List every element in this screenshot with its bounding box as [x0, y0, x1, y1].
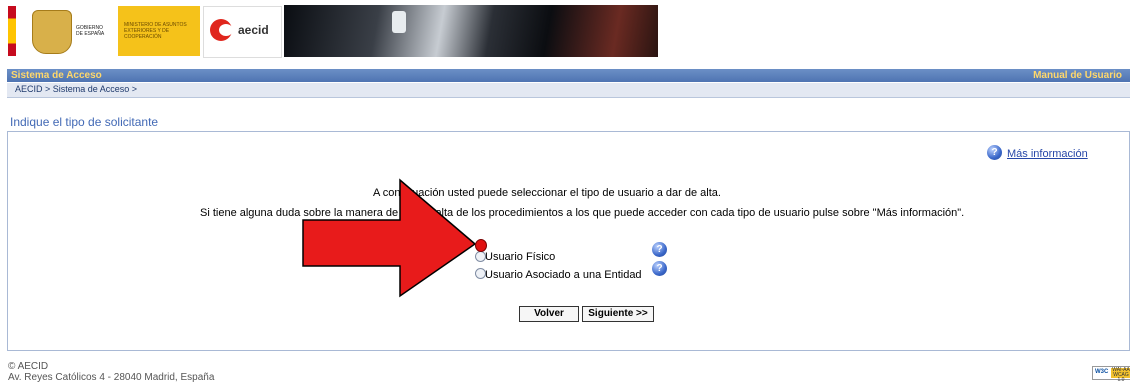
breadcrumb: AECID > Sistema de Acceso > [7, 83, 1130, 98]
spain-flag-icon [8, 6, 16, 56]
gobierno-logo: GOBIERNO DE ESPAÑA [8, 6, 113, 56]
siguiente-button[interactable]: Siguiente >> [582, 306, 654, 322]
help-icon-usuario-entidad[interactable]: ? [652, 261, 667, 276]
volver-button[interactable]: Volver [519, 306, 579, 322]
option-label-usuario-entidad[interactable]: Usuario Asociado a una Entidad [485, 269, 642, 281]
footer-address: Av. Reyes Católicos 4 - 28040 Madrid, Es… [8, 372, 215, 383]
gov-logo-text: GOBIERNO DE ESPAÑA [76, 25, 105, 37]
annotation-arrow-icon [302, 178, 477, 298]
manual-usuario-link[interactable]: Manual de Usuario [1033, 69, 1122, 82]
breadcrumb-text[interactable]: AECID > Sistema de Acceso > [15, 84, 137, 94]
footer-org: © AECID [8, 361, 49, 372]
title-bar: Sistema de Acceso Manual de Usuario [7, 69, 1130, 82]
wai-badge[interactable]: W3C WAI-AA WCAG 1.0 [1092, 366, 1130, 383]
ministry-logo: MINISTERIO DE ASUNTOS EXTERIORES Y DE CO… [118, 6, 200, 56]
help-icon[interactable]: ? [987, 145, 1002, 160]
wai-aa-label: WAI-AA WCAG 1.0 [1111, 367, 1130, 383]
help-icon-usuario-fisico[interactable]: ? [652, 242, 667, 257]
header-photo [284, 5, 658, 57]
annotation-dot [475, 239, 487, 252]
photo-detail [392, 11, 406, 33]
section-title: Indique el tipo de solicitante [10, 115, 159, 129]
aecid-logo: aecid [203, 6, 282, 58]
app-title: Sistema de Acceso [11, 70, 102, 81]
ministry-logo-text: MINISTERIO DE ASUNTOS EXTERIORES Y DE CO… [124, 22, 187, 40]
option-label-usuario-fisico[interactable]: Usuario Físico [485, 251, 555, 263]
aecid-c-icon [210, 19, 233, 41]
w3c-label: W3C [1095, 369, 1109, 375]
coat-of-arms-icon [32, 10, 72, 54]
aecid-logo-text: aecid [238, 23, 269, 37]
mas-informacion-link[interactable]: Más información [1007, 148, 1088, 160]
